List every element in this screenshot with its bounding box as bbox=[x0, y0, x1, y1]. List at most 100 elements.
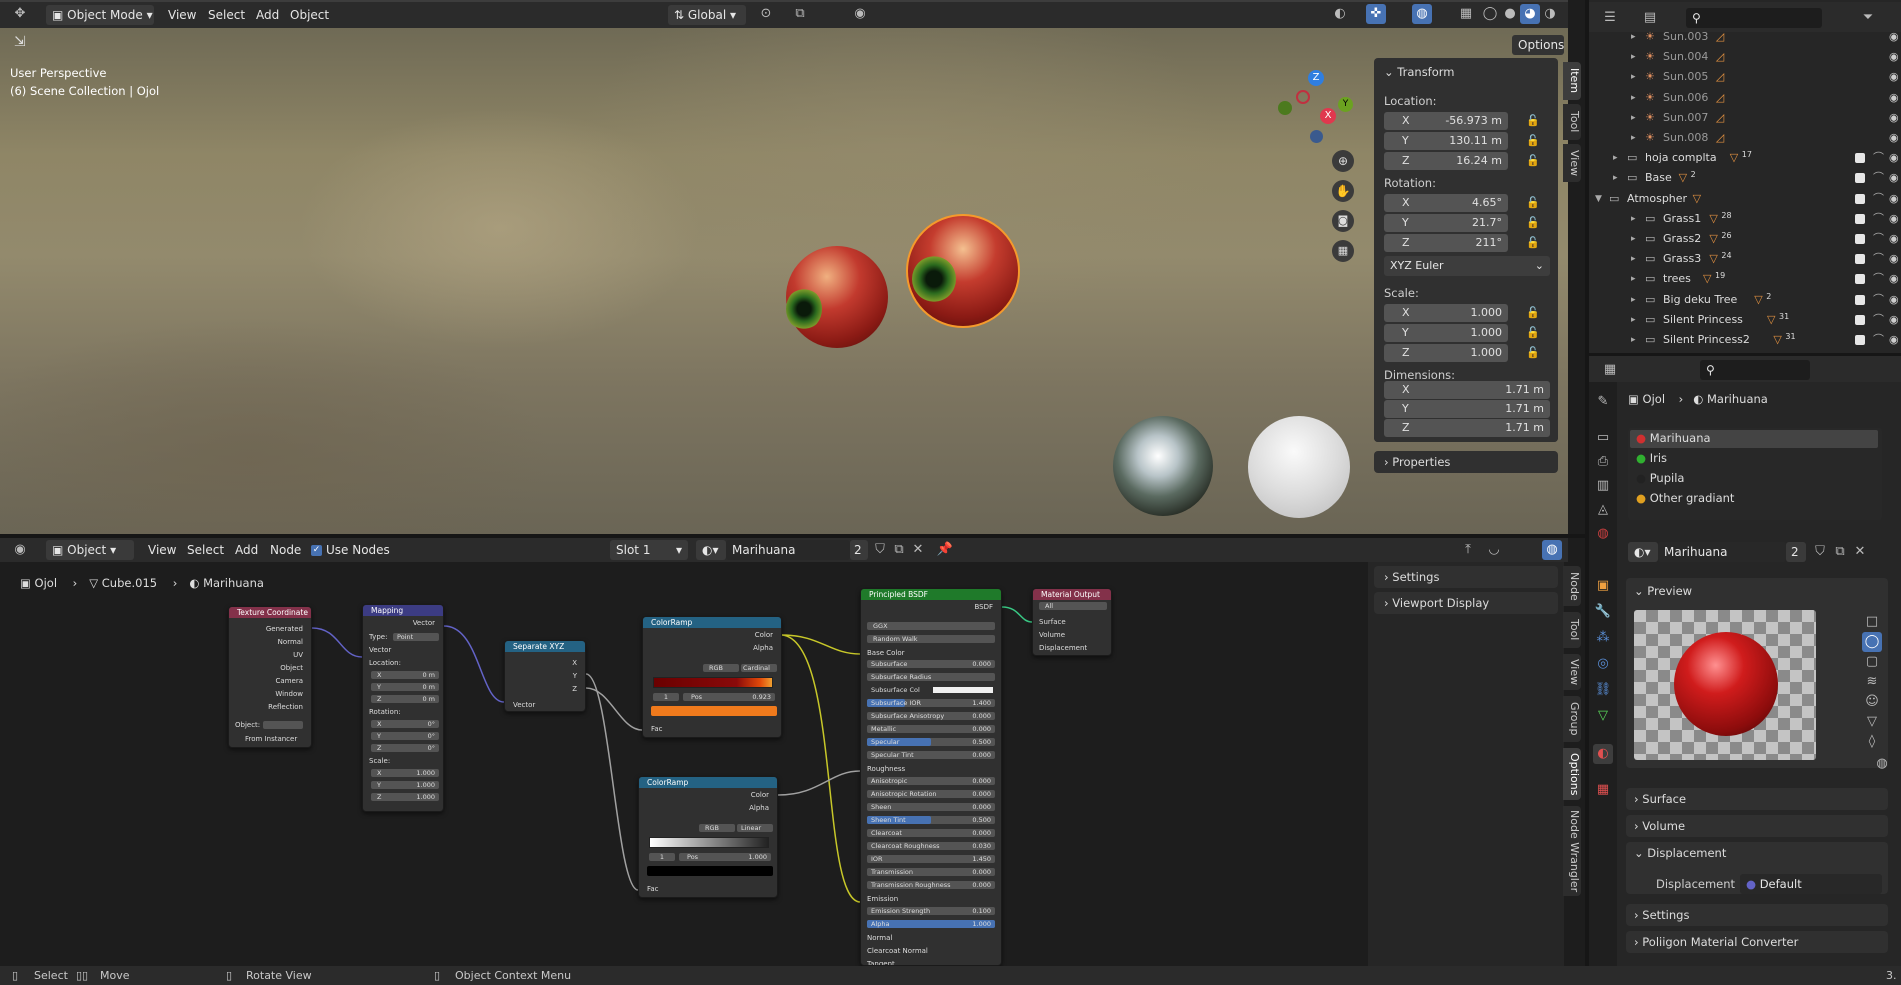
rot-x[interactable]: X 0° bbox=[371, 720, 439, 728]
eye-hidden-icon[interactable]: ◉ bbox=[1889, 148, 1899, 168]
outliner-item[interactable]: ▸ ▭ Silent Princess ▽ 31 ⌒ ◉ bbox=[1593, 310, 1899, 330]
loc-z[interactable]: Z 0 m bbox=[371, 695, 439, 703]
filter-icon[interactable]: ⏷ bbox=[1858, 8, 1878, 28]
orientation-dropdown[interactable]: ⇅ Global ▾ bbox=[668, 5, 746, 25]
expand-right-icon[interactable]: ▸ bbox=[1631, 27, 1636, 47]
outliner-item[interactable]: ▸ ☀ Sun.004 ◿ ◉ bbox=[1593, 47, 1899, 67]
ramp-interp[interactable]: Linear bbox=[737, 824, 773, 832]
outliner-item[interactable]: ▸ ▭ Base ▽ 2 ⌒ ◉ bbox=[1593, 168, 1899, 188]
separate-xyz-node[interactable]: Separate XYZ X Y Z Vector bbox=[504, 640, 586, 712]
lock-icon[interactable]: 🔓 bbox=[1526, 346, 1540, 360]
subsurface-method-dropdown[interactable]: Random Walk bbox=[867, 635, 995, 643]
solid-shading-icon[interactable]: ● bbox=[1500, 4, 1520, 24]
hdri-diffuse-sphere[interactable] bbox=[1248, 416, 1350, 518]
expand-right-icon[interactable]: ▸ bbox=[1613, 148, 1618, 168]
outliner-item[interactable]: ▸ ▭ Grass1 ▽ 28 ⌒ ◉ bbox=[1593, 209, 1899, 229]
snap-icon[interactable]: ⧉ bbox=[790, 4, 810, 24]
ramp-interp[interactable]: Cardinal bbox=[741, 664, 777, 672]
material-browse-button[interactable]: ◐▾ bbox=[696, 540, 726, 560]
selectable-arrow-icon[interactable]: ⌒ bbox=[1873, 310, 1884, 330]
lock-icon[interactable]: 🔓 bbox=[1526, 326, 1540, 340]
constraints-tab-icon[interactable]: ⛓ bbox=[1593, 680, 1613, 700]
bsdf-input-row[interactable]: Subsurface Anisotropy 0.000 bbox=[867, 712, 995, 720]
pan-hand-icon[interactable]: ✋ bbox=[1332, 180, 1354, 202]
outliner-item[interactable]: ▸ ☀ Sun.007 ◿ ◉ bbox=[1593, 108, 1899, 128]
prop-material-name[interactable]: Marihuana bbox=[1658, 542, 1786, 562]
pivot-icon[interactable]: ⊙ bbox=[756, 4, 776, 24]
exclude-checkbox[interactable] bbox=[1855, 153, 1865, 164]
bsdf-input-row[interactable]: Transmission Roughness 0.000 bbox=[867, 881, 995, 889]
location-z-field[interactable]: Z 16.24 m bbox=[1384, 152, 1508, 170]
eye-icon[interactable]: ◉ bbox=[1889, 290, 1899, 310]
displacement-dropdown[interactable]: ● Default bbox=[1740, 874, 1882, 894]
scale-x-field[interactable]: X 1.000 bbox=[1384, 304, 1508, 322]
ramp-pos[interactable]: Pos 1.000 bbox=[679, 853, 771, 861]
lock-icon[interactable]: 🔓 bbox=[1526, 114, 1540, 128]
menu-select[interactable]: Select bbox=[208, 5, 245, 25]
physics-tab-icon[interactable]: ◎ bbox=[1593, 654, 1613, 674]
prop-material-browse[interactable]: ◐▾ bbox=[1628, 542, 1658, 562]
tool-tab-icon[interactable]: ✎ bbox=[1593, 392, 1613, 412]
location-x-field[interactable]: X -56.973 m bbox=[1384, 112, 1508, 130]
dimensions-y-field[interactable]: Y 1.71 m bbox=[1384, 400, 1550, 418]
transform-tool-icon[interactable]: ⇲ bbox=[14, 34, 26, 50]
scene-tab-icon[interactable]: ◬ bbox=[1593, 500, 1613, 520]
bsdf-input-row[interactable]: Alpha 1.000 bbox=[867, 920, 995, 928]
overlay-node-icon[interactable]: ◍ bbox=[1542, 540, 1562, 560]
eye-icon[interactable]: ◉ bbox=[1889, 128, 1899, 148]
ramp-pos[interactable]: Pos 0.923 bbox=[683, 693, 775, 701]
exclude-checkbox[interactable] bbox=[1855, 274, 1865, 285]
material-output-node[interactable]: Material Output All Surface Volume Displ… bbox=[1032, 588, 1112, 656]
node-menu-view[interactable]: View bbox=[148, 540, 176, 560]
target-dropdown[interactable]: All bbox=[1039, 602, 1107, 610]
dimensions-z-field[interactable]: Z 1.71 m bbox=[1384, 419, 1550, 437]
object-picker[interactable] bbox=[263, 721, 303, 729]
grid-perspective-icon[interactable]: ▦ bbox=[1332, 240, 1354, 262]
colorramp-node-1[interactable]: ColorRamp Color Alpha RGB Cardinal 1 Pos… bbox=[642, 616, 782, 738]
expand-right-icon[interactable]: ▸ bbox=[1631, 249, 1636, 269]
outliner-item[interactable]: ▸ ▭ Grass2 ▽ 26 ⌒ ◉ bbox=[1593, 229, 1899, 249]
tab-item[interactable]: Item bbox=[1563, 62, 1581, 100]
view-layer-tab-icon[interactable]: ▥ bbox=[1593, 476, 1613, 496]
rot-y[interactable]: Y 0° bbox=[371, 732, 439, 740]
material-tab-icon[interactable]: ◐ bbox=[1593, 744, 1613, 764]
volume-header[interactable]: › Volume bbox=[1634, 819, 1685, 833]
ramp-mode[interactable]: RGB bbox=[703, 664, 739, 672]
data-tab-icon[interactable]: ▽ bbox=[1593, 706, 1613, 726]
color-swatch[interactable] bbox=[933, 687, 993, 693]
eye-icon[interactable]: ◉ bbox=[1889, 88, 1899, 108]
overlay-icon[interactable]: ◍ bbox=[1412, 4, 1432, 24]
ramp-color-swatch[interactable] bbox=[651, 706, 777, 716]
expand-right-icon[interactable]: ▸ bbox=[1631, 229, 1636, 249]
exclude-checkbox[interactable] bbox=[1855, 234, 1865, 244]
preview-plane-icon[interactable]: □ bbox=[1862, 612, 1882, 632]
tab-group[interactable]: Group bbox=[1563, 696, 1581, 742]
gizmo-toggle-icon[interactable]: ✜ bbox=[1366, 4, 1386, 24]
output-tab-icon[interactable]: ⎙ bbox=[1593, 452, 1613, 472]
eye-icon[interactable]: ◉ bbox=[1889, 310, 1899, 330]
slot-0[interactable]: ● Marihuana bbox=[1636, 431, 1711, 445]
bsdf-input-row[interactable]: Subsurface Col bbox=[867, 686, 995, 694]
material-name-field[interactable]: Marihuana bbox=[726, 540, 850, 560]
eye-icon[interactable]: ◉ bbox=[1889, 249, 1899, 269]
eye-icon[interactable]: ◉ bbox=[1889, 269, 1899, 289]
editor-type-icon[interactable]: ✥ bbox=[10, 4, 30, 24]
proportional-icon[interactable]: ◉ bbox=[850, 4, 870, 24]
bsdf-input-row[interactable]: Emission bbox=[867, 895, 898, 903]
selectable-arrow-icon[interactable]: ⌒ bbox=[1873, 330, 1884, 350]
xray-icon[interactable]: ▦ bbox=[1456, 4, 1476, 24]
selectable-arrow-icon[interactable]: ⌒ bbox=[1873, 189, 1884, 209]
ramp-index[interactable]: 1 bbox=[653, 693, 679, 701]
scl-y[interactable]: Y 1.000 bbox=[371, 781, 439, 789]
outliner-item[interactable]: ▸ ▭ Big deku Tree ▽ 2 ⌒ ◉ bbox=[1593, 290, 1899, 310]
selectable-arrow-icon[interactable]: ⌒ bbox=[1873, 229, 1884, 249]
preview-monkey-icon[interactable]: ☺ bbox=[1862, 692, 1882, 712]
displacement-header[interactable]: ⌄ Displacement bbox=[1634, 846, 1726, 860]
lock-icon[interactable]: 🔓 bbox=[1526, 236, 1540, 250]
expand-right-icon[interactable]: ▸ bbox=[1631, 330, 1636, 350]
gizmo-neg-y[interactable] bbox=[1278, 101, 1292, 115]
dimensions-x-field[interactable]: X 1.71 m bbox=[1384, 381, 1550, 399]
bsdf-input-row[interactable]: Subsurface IOR 1.400 bbox=[867, 699, 995, 707]
from-instancer-label[interactable]: From Instancer bbox=[245, 735, 297, 743]
expand-right-icon[interactable]: ▸ bbox=[1631, 67, 1636, 87]
